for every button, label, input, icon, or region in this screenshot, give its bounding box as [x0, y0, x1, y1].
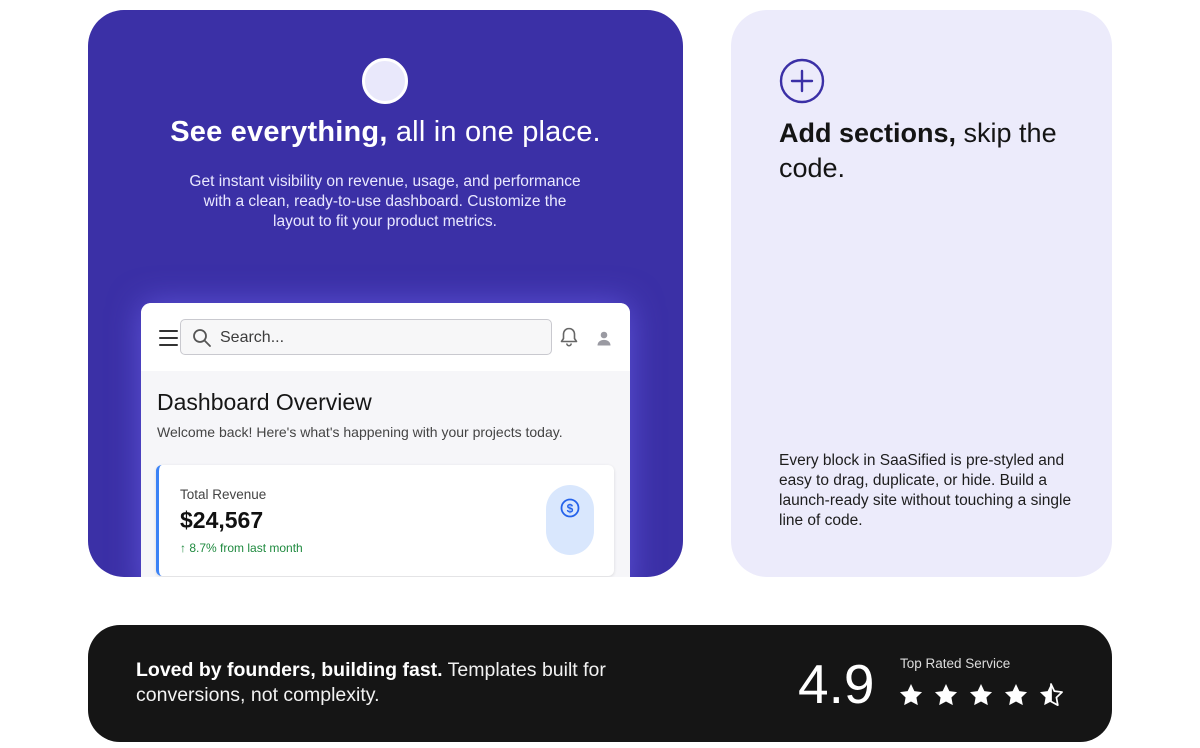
plus-circle-icon [779, 58, 825, 104]
feature-heading-rest: all in one place. [387, 116, 601, 148]
revenue-value: $24,567 [180, 507, 264, 533]
sections-heading-bold: Add sections, [779, 118, 957, 148]
half-star-icon [1039, 683, 1063, 707]
star-rating [898, 682, 1068, 710]
banner-text: Loved by founders, building fast. Templa… [136, 658, 656, 708]
revenue-label: Total Revenue [180, 487, 267, 502]
star-icon [934, 683, 958, 706]
dashboard-mockup: Search... Dashboard Overview Welcome bac… [141, 303, 630, 577]
hamburger-menu-icon[interactable] [159, 330, 178, 346]
dashboard-title: Dashboard Overview [157, 389, 372, 415]
feature-heading-bold: See everything, [170, 116, 388, 148]
sections-heading: Add sections, skip the code. [779, 116, 1079, 186]
search-icon [193, 329, 211, 347]
feature-description: Get instant visibility on revenue, usage… [189, 173, 581, 230]
revenue-badge: $ [546, 485, 594, 555]
star-icon [969, 683, 993, 706]
dashboard-topbar: Search... [141, 303, 630, 371]
bell-icon[interactable] [558, 326, 580, 348]
arrow-up-icon: ↑ [180, 541, 186, 555]
dashboard-subtitle: Welcome back! Here's what's happening wi… [157, 424, 563, 440]
star-icon [899, 683, 923, 706]
star-icon [1004, 683, 1028, 706]
rating-value: 4.9 [798, 653, 875, 715]
feature-card-dashboard: See everything, all in one place. Get in… [88, 10, 683, 577]
total-revenue-card[interactable]: Total Revenue $24,567 ↑ 8.7% from last m… [156, 465, 614, 576]
circle-icon [362, 58, 408, 104]
banner-text-bold: Loved by founders, building fast. [136, 659, 443, 681]
feature-card-sections: Add sections, skip the code. Every block… [731, 10, 1112, 577]
svg-text:$: $ [567, 502, 574, 516]
search-input[interactable]: Search... [180, 319, 552, 355]
revenue-change-text: 8.7% from last month [189, 541, 303, 555]
search-placeholder: Search... [220, 329, 285, 346]
revenue-change: ↑ 8.7% from last month [180, 541, 303, 555]
testimonial-banner: Loved by founders, building fast. Templa… [88, 625, 1112, 742]
user-avatar-icon[interactable] [596, 330, 612, 346]
rating-label: Top Rated Service [900, 656, 1011, 671]
sections-description: Every block in SaaSified is pre-styled a… [779, 452, 1072, 529]
dollar-icon: $ [560, 498, 580, 518]
feature-heading: See everything, all in one place. [88, 116, 683, 149]
